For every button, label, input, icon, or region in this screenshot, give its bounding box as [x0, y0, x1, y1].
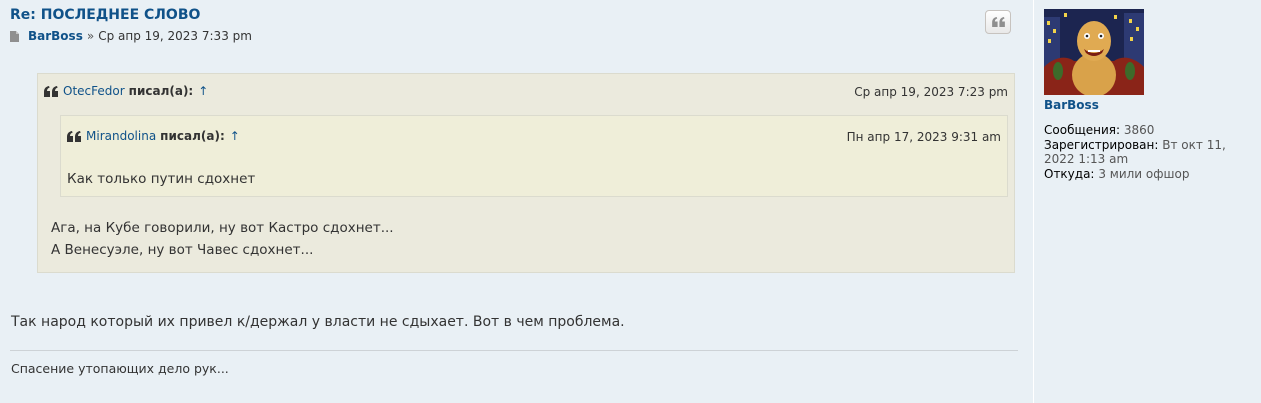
outer-quote-up-link[interactable]: ↑	[198, 84, 208, 98]
outer-quote-wrote: писал(а):	[128, 84, 194, 98]
outer-quote: OtecFedor писал(а): ↑ Ср апр 19, 2023 7:…	[37, 73, 1015, 273]
inner-quote-cite: Mirandolina писал(а): ↑	[67, 129, 240, 143]
inner-quote-date: Пн апр 17, 2023 9:31 am	[846, 130, 1001, 144]
inner-quote-up-link[interactable]: ↑	[230, 129, 240, 143]
outer-quote-line: А Венесуэле, ну вот Чавес сдохнет...	[51, 242, 314, 258]
meta-separator: »	[86, 29, 95, 43]
quote-button-icon	[991, 17, 1005, 27]
outer-quote-date: Ср апр 19, 2023 7:23 pm	[854, 85, 1008, 99]
post-text: Так народ который их привел к/держал у в…	[11, 314, 625, 330]
post-meta: BarBoss » Ср апр 19, 2023 7:33 pm	[10, 29, 252, 43]
profile-details: Сообщения: 3860 Зарегистрирован: Вт окт …	[1044, 123, 1244, 181]
post-date: Ср апр 19, 2023 7:33 pm	[98, 29, 252, 43]
quote-icon	[67, 130, 81, 142]
post: Re: ПОСЛЕДНЕЕ СЛОВО BarBoss » Ср апр 19,…	[0, 0, 1261, 403]
profile-username[interactable]: BarBoss	[1044, 98, 1099, 112]
quote-button[interactable]	[985, 10, 1011, 34]
profile-location-value: 3 мили офшор	[1098, 166, 1190, 181]
post-profile: BarBoss Сообщения: 3860 Зарегистрирован:…	[1033, 0, 1261, 403]
outer-quote-author[interactable]: OtecFedor	[63, 84, 125, 98]
signature-divider	[10, 350, 1018, 351]
post-title[interactable]: Re: ПОСЛЕДНЕЕ СЛОВО	[10, 7, 200, 23]
inner-quote-text: Как только путин сдохнет	[67, 171, 256, 187]
profile-registered-label: Зарегистрирован:	[1044, 137, 1159, 152]
profile-location-label: Откуда:	[1044, 166, 1095, 181]
avatar[interactable]	[1044, 9, 1144, 95]
file-icon[interactable]	[10, 30, 19, 42]
signature: Спасение утопающих дело рук...	[11, 361, 229, 376]
profile-posts-label: Сообщения:	[1044, 123, 1121, 137]
inner-quote: Mirandolina писал(а): ↑ Пн апр 17, 2023 …	[60, 115, 1008, 197]
post-author[interactable]: BarBoss	[28, 29, 83, 43]
profile-registered: Зарегистрирован: Вт окт 11, 2022 1:13 am	[1044, 138, 1244, 167]
profile-location: Откуда: 3 мили офшор	[1044, 167, 1244, 182]
outer-quote-cite: OtecFedor писал(а): ↑	[44, 84, 208, 98]
inner-quote-author[interactable]: Mirandolina	[86, 129, 156, 143]
inner-quote-wrote: писал(а):	[160, 129, 225, 143]
profile-posts-value[interactable]: 3860	[1124, 123, 1155, 137]
profile-posts: Сообщения: 3860	[1044, 123, 1244, 138]
outer-quote-line: Ага, на Кубе говорили, ну вот Кастро сдо…	[51, 220, 394, 236]
quote-icon	[44, 85, 58, 97]
